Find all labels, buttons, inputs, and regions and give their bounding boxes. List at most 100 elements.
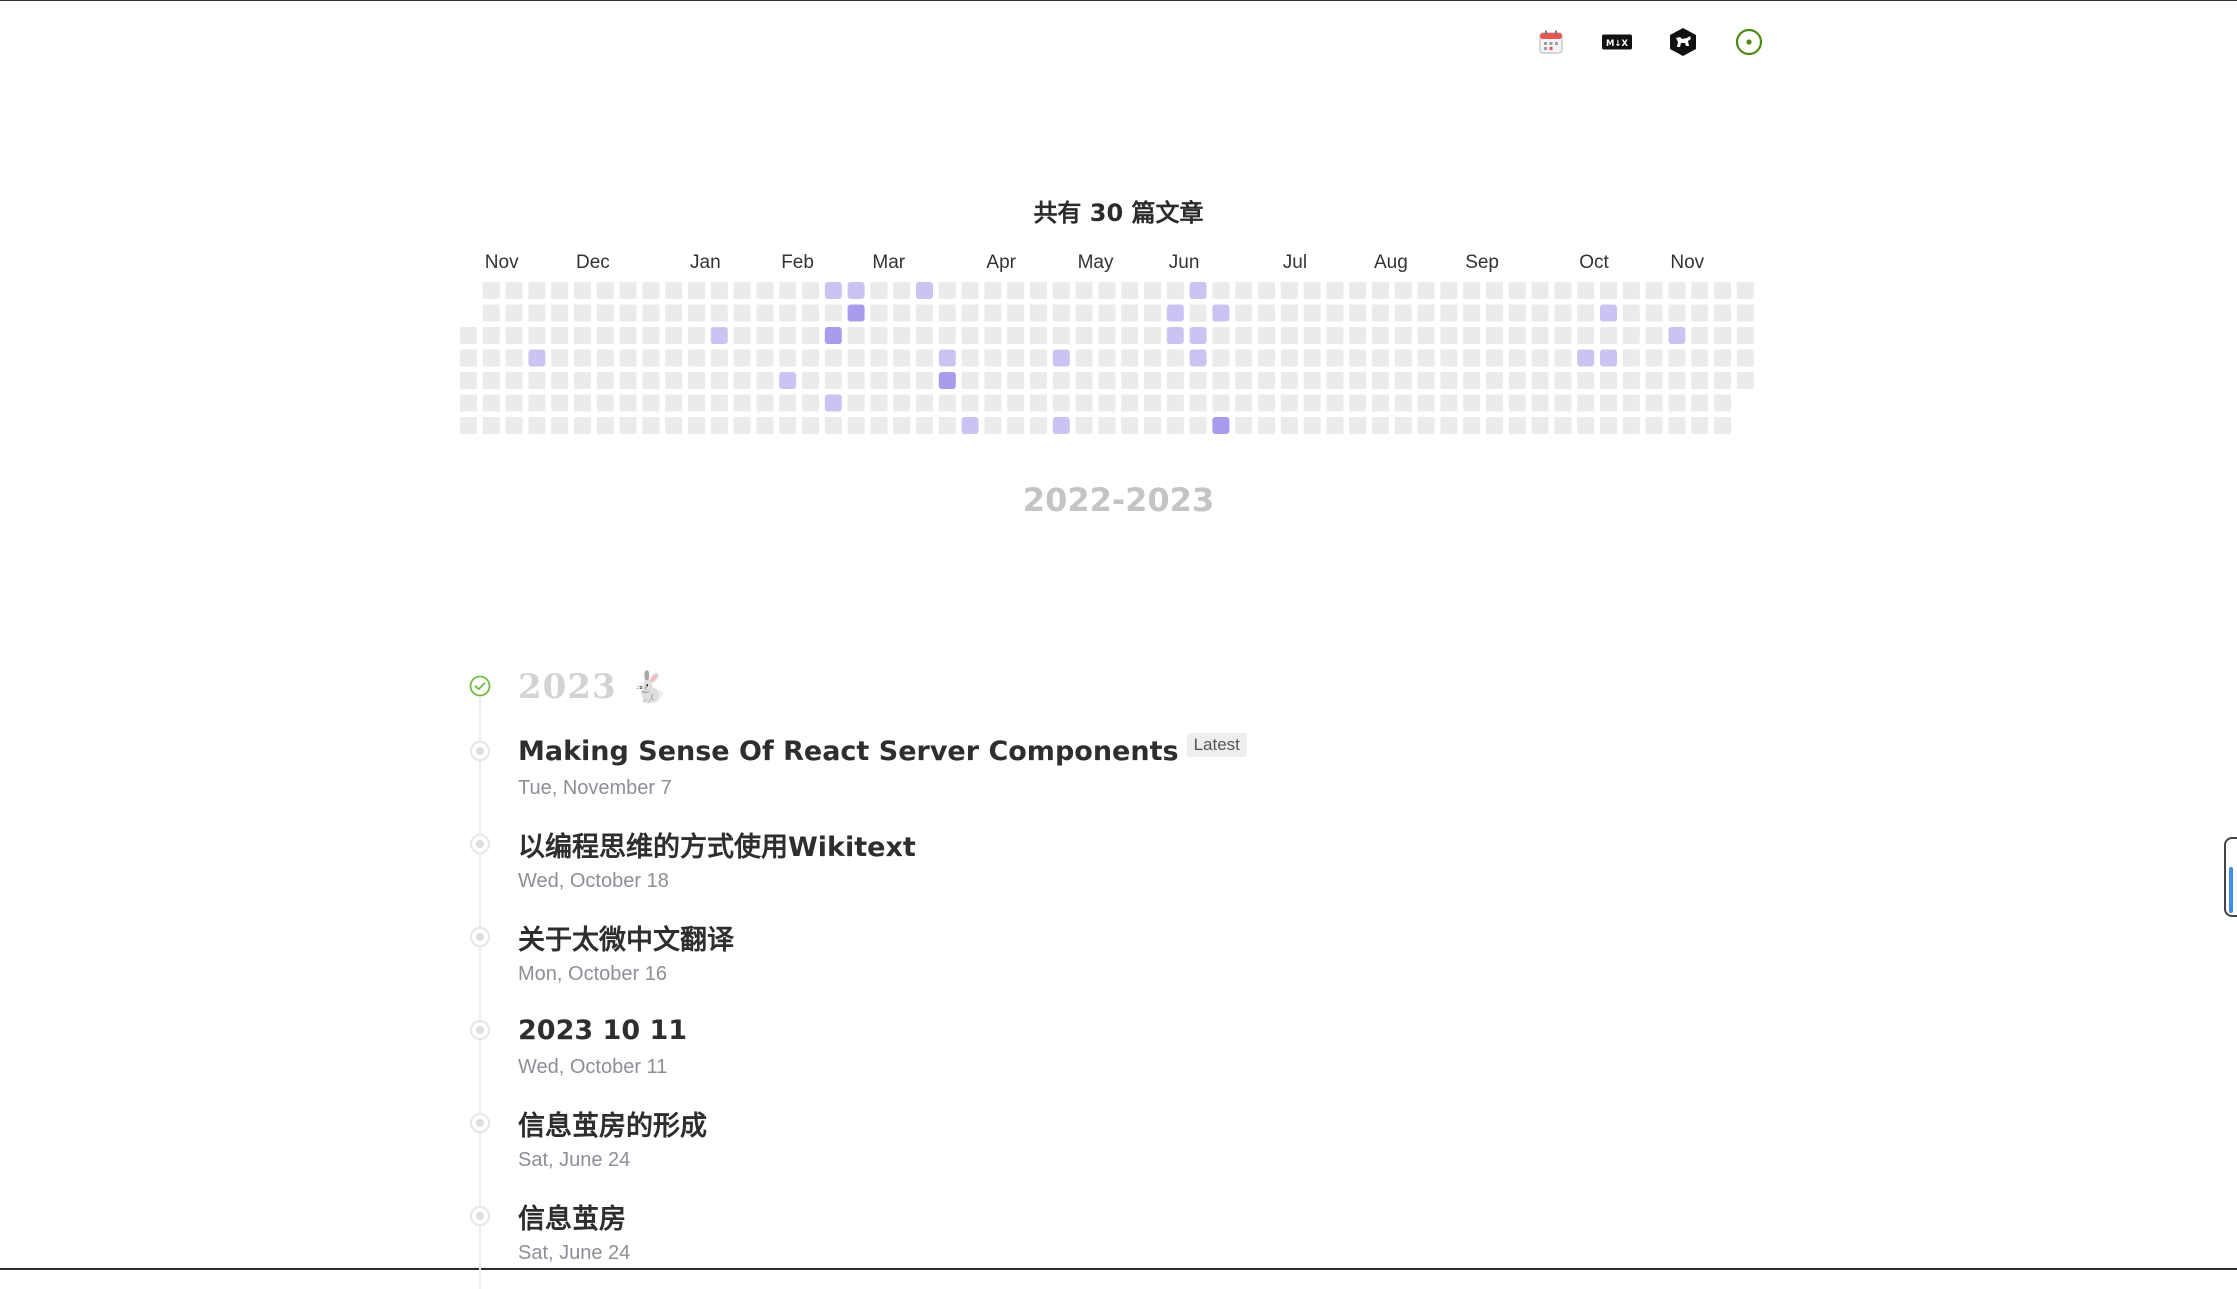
heatmap-cell[interactable]	[1166, 394, 1184, 412]
heatmap-cell[interactable]	[824, 372, 842, 389]
heatmap-cell[interactable]	[1622, 282, 1640, 299]
heatmap-cell[interactable]	[916, 349, 933, 367]
heatmap-cell[interactable]	[1463, 282, 1481, 299]
heatmap-cell[interactable]	[1668, 349, 1686, 367]
heatmap-cell[interactable]	[984, 349, 1002, 367]
heatmap-cell[interactable]	[1554, 282, 1572, 299]
heatmap-cell[interactable]	[1007, 417, 1025, 434]
heatmap-cell[interactable]	[574, 282, 591, 299]
heatmap-cell[interactable]	[1303, 417, 1321, 434]
heatmap-cell[interactable]	[961, 327, 979, 344]
page-scrollbar[interactable]	[2224, 837, 2237, 917]
heatmap-cell[interactable]	[1714, 327, 1731, 344]
heatmap-cell[interactable]	[802, 304, 819, 322]
heatmap-cell[interactable]	[551, 327, 569, 344]
heatmap-cell[interactable]	[1007, 394, 1025, 412]
heatmap-cell[interactable]	[1531, 282, 1549, 299]
heatmap-cell[interactable]	[1349, 417, 1367, 434]
heatmap-cell[interactable]	[916, 417, 933, 434]
heatmap-cell[interactable]	[1691, 282, 1709, 299]
heatmap-cell[interactable]	[893, 394, 911, 412]
heatmap-cell[interactable]	[710, 372, 728, 389]
heatmap-cell[interactable]	[1577, 372, 1595, 389]
heatmap-cell[interactable]	[1144, 327, 1161, 344]
heatmap-cell[interactable]	[1508, 417, 1526, 434]
heatmap-cell[interactable]	[1075, 372, 1093, 389]
heatmap-cell[interactable]	[802, 372, 819, 389]
heatmap-cell[interactable]	[870, 394, 888, 412]
heatmap-cell[interactable]	[756, 304, 774, 322]
heatmap-cell[interactable]	[1166, 417, 1184, 434]
heatmap-cell[interactable]	[1121, 394, 1139, 412]
heatmap-cell[interactable]	[1440, 394, 1458, 412]
tiddlywiki-button[interactable]	[1668, 27, 1698, 57]
heatmap-cell[interactable]	[1736, 327, 1754, 344]
heatmap-cell[interactable]	[893, 327, 911, 344]
heatmap-cell[interactable]	[482, 372, 500, 389]
heatmap-cell[interactable]	[779, 417, 797, 434]
heatmap-cell[interactable]	[1736, 282, 1754, 299]
heatmap-cell[interactable]	[779, 349, 797, 367]
heatmap-cell[interactable]	[1280, 394, 1298, 412]
heatmap-cell[interactable]	[688, 417, 705, 434]
heatmap-cell[interactable]	[1121, 282, 1139, 299]
heatmap-cell[interactable]	[1668, 304, 1686, 322]
post-item[interactable]: Making Sense Of React Server Components …	[460, 729, 1660, 819]
heatmap-cell[interactable]	[642, 417, 660, 434]
heatmap-cell-active[interactable]	[779, 372, 797, 389]
heatmap-cell-active[interactable]	[824, 327, 842, 344]
heatmap-cell[interactable]	[1030, 394, 1047, 412]
heatmap-cell[interactable]	[1440, 282, 1458, 299]
heatmap-cell[interactable]	[596, 349, 614, 367]
heatmap-cell[interactable]	[1075, 282, 1093, 299]
heatmap-cell-active[interactable]	[1600, 349, 1617, 367]
heatmap-cell[interactable]	[619, 282, 637, 299]
heatmap-cell-active[interactable]	[1189, 282, 1207, 299]
heatmap-cell[interactable]	[1349, 394, 1367, 412]
heatmap-cell[interactable]	[505, 349, 523, 367]
heatmap-cell[interactable]	[619, 394, 637, 412]
heatmap-cell[interactable]	[984, 417, 1002, 434]
heatmap-cell[interactable]	[1531, 327, 1549, 344]
post-item[interactable]: 信息茧房的形成 Sat, June 24	[460, 1101, 1660, 1191]
heatmap-cell[interactable]	[847, 327, 865, 344]
heatmap-cell[interactable]	[938, 282, 956, 299]
heatmap-cell[interactable]	[1463, 327, 1481, 344]
heatmap-cell[interactable]	[1212, 327, 1230, 344]
heatmap-cell[interactable]	[551, 372, 569, 389]
heatmap-cell[interactable]	[1691, 394, 1709, 412]
heatmap-cell[interactable]	[1121, 417, 1139, 434]
post-item[interactable]: 关于太微中文翻译 Mon, October 16	[460, 915, 1660, 1005]
heatmap-cell[interactable]	[688, 394, 705, 412]
heatmap-cell[interactable]	[665, 282, 683, 299]
post-title-link[interactable]: Making Sense Of React Server Components	[518, 736, 1179, 767]
heatmap-cell[interactable]	[1600, 327, 1617, 344]
heatmap-cell[interactable]	[1417, 394, 1435, 412]
heatmap-cell[interactable]	[642, 304, 660, 322]
heatmap-cell[interactable]	[1075, 327, 1093, 344]
heatmap-cell[interactable]	[1531, 349, 1549, 367]
heatmap-cell[interactable]	[482, 304, 500, 322]
heatmap-cell[interactable]	[1622, 349, 1640, 367]
heatmap-cell[interactable]	[1600, 417, 1617, 434]
heatmap-cell[interactable]	[1508, 394, 1526, 412]
heatmap-cell[interactable]	[1349, 304, 1367, 322]
heatmap-cell[interactable]	[802, 417, 819, 434]
heatmap-cell[interactable]	[710, 349, 728, 367]
heatmap-cell[interactable]	[1372, 394, 1389, 412]
heatmap-cell[interactable]	[1349, 282, 1367, 299]
heatmap-cell[interactable]	[1052, 327, 1070, 344]
heatmap-cell[interactable]	[1508, 349, 1526, 367]
heatmap-cell[interactable]	[1486, 282, 1503, 299]
heatmap-cell[interactable]	[847, 417, 865, 434]
heatmap-cell[interactable]	[1668, 282, 1686, 299]
heatmap-cell[interactable]	[1144, 304, 1161, 322]
heatmap-cell[interactable]	[551, 282, 569, 299]
heatmap-cell-active[interactable]	[847, 282, 865, 299]
heatmap-cell[interactable]	[1212, 282, 1230, 299]
heatmap-cell[interactable]	[596, 282, 614, 299]
heatmap-cell[interactable]	[1326, 304, 1344, 322]
heatmap-cell[interactable]	[1349, 327, 1367, 344]
heatmap-cell[interactable]	[1668, 394, 1686, 412]
heatmap-cell[interactable]	[1326, 417, 1344, 434]
